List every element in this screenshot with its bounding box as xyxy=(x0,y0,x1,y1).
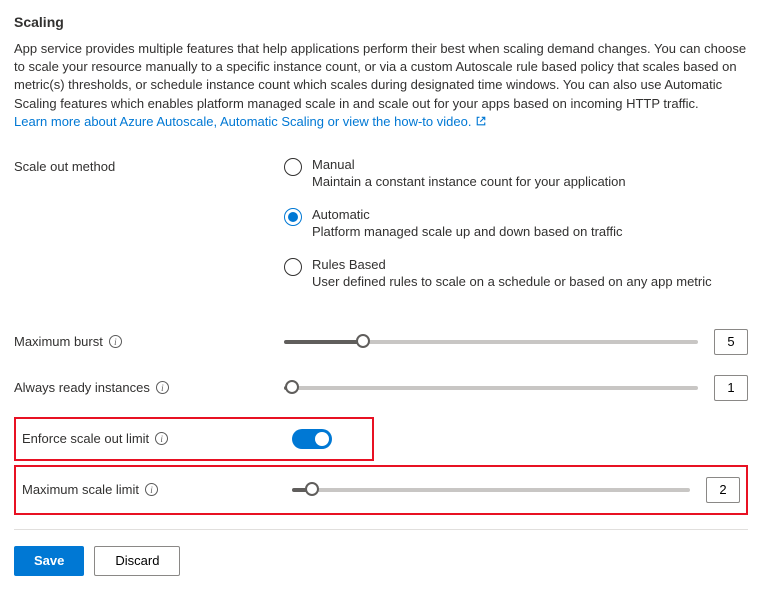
radio-automatic-sub: Platform managed scale up and down based… xyxy=(312,224,623,239)
radio-rules-sub: User defined rules to scale on a schedul… xyxy=(312,274,712,289)
radio-dot-icon xyxy=(288,212,298,222)
radio-rules[interactable]: Rules Based User defined rules to scale … xyxy=(284,257,748,289)
discard-button[interactable]: Discard xyxy=(94,546,180,576)
maximum-scale-limit-input[interactable] xyxy=(706,477,740,503)
info-icon[interactable]: i xyxy=(145,483,158,496)
radio-circle-icon xyxy=(284,158,302,176)
maximum-burst-slider[interactable] xyxy=(284,333,698,351)
radio-circle-icon xyxy=(284,258,302,276)
page-title: Scaling xyxy=(14,14,748,30)
learn-more-text: Learn more about Azure Autoscale, Automa… xyxy=(14,114,471,129)
description: App service provides multiple features t… xyxy=(14,40,748,131)
always-ready-slider[interactable] xyxy=(284,379,698,397)
description-text: App service provides multiple features t… xyxy=(14,41,746,111)
scale-out-method-group: Manual Maintain a constant instance coun… xyxy=(284,157,748,307)
toggle-knob-icon xyxy=(315,432,329,446)
maximum-scale-limit-label: Maximum scale limit xyxy=(22,482,139,497)
info-icon[interactable]: i xyxy=(156,381,169,394)
learn-more-link[interactable]: Learn more about Azure Autoscale, Automa… xyxy=(14,114,487,129)
info-icon[interactable]: i xyxy=(109,335,122,348)
slider-thumb-icon xyxy=(305,482,319,496)
maximum-burst-label: Maximum burst xyxy=(14,334,103,349)
scale-out-method-label: Scale out method xyxy=(14,157,284,174)
always-ready-label: Always ready instances xyxy=(14,380,150,395)
always-ready-input[interactable] xyxy=(714,375,748,401)
radio-manual[interactable]: Manual Maintain a constant instance coun… xyxy=(284,157,748,189)
slider-thumb-icon xyxy=(356,334,370,348)
enforce-scale-out-toggle[interactable] xyxy=(292,429,332,449)
radio-manual-sub: Maintain a constant instance count for y… xyxy=(312,174,626,189)
enforce-scale-out-label: Enforce scale out limit xyxy=(22,431,149,446)
radio-circle-icon xyxy=(284,208,302,226)
maximum-scale-limit-slider[interactable] xyxy=(292,481,690,499)
radio-rules-title: Rules Based xyxy=(312,257,712,272)
radio-automatic[interactable]: Automatic Platform managed scale up and … xyxy=(284,207,748,239)
external-link-icon xyxy=(475,115,487,127)
save-button[interactable]: Save xyxy=(14,546,84,576)
maximum-burst-input[interactable] xyxy=(714,329,748,355)
radio-automatic-title: Automatic xyxy=(312,207,623,222)
footer: Save Discard xyxy=(14,529,748,576)
maximum-burst-row: Maximum burst i xyxy=(14,319,748,365)
slider-thumb-icon xyxy=(285,380,299,394)
always-ready-row: Always ready instances i xyxy=(14,365,748,411)
radio-manual-title: Manual xyxy=(312,157,626,172)
info-icon[interactable]: i xyxy=(155,432,168,445)
